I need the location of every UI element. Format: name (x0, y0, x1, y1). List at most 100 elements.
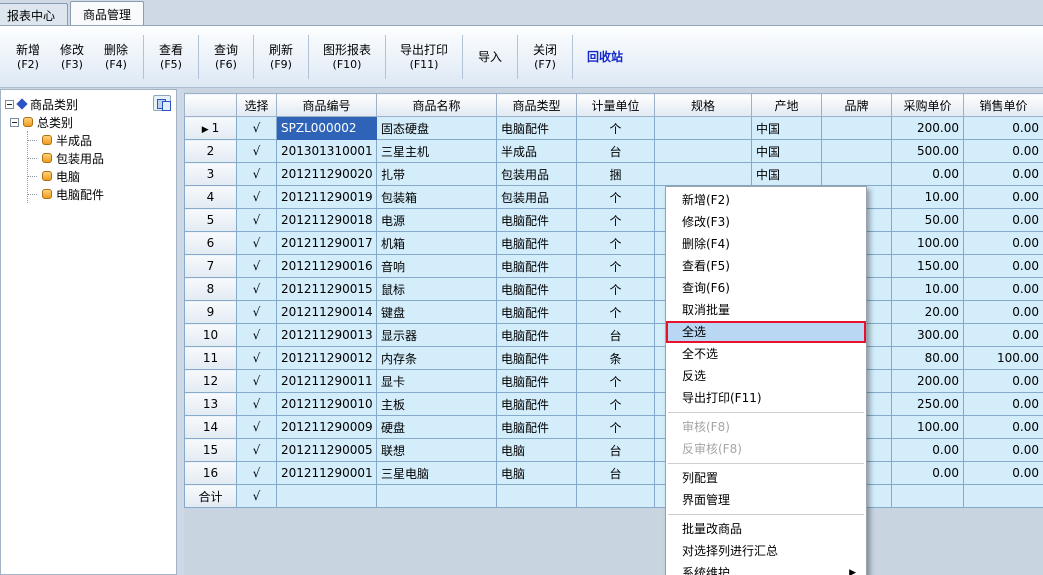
cell-sale-price[interactable]: 0.00 (964, 163, 1043, 186)
cell-unit[interactable]: 个 (577, 117, 655, 140)
cell-name[interactable]: 显示器 (377, 324, 497, 347)
row-number-cell[interactable]: ▶15 (185, 439, 237, 462)
cell-name[interactable]: 鼠标 (377, 278, 497, 301)
cell-sale-price[interactable]: 0.00 (964, 324, 1043, 347)
cell-name[interactable]: 电源 (377, 209, 497, 232)
menu-item-cancel-batch[interactable]: 取消批量 (666, 299, 866, 321)
cell-unit[interactable]: 个 (577, 393, 655, 416)
cell-unit[interactable]: 个 (577, 186, 655, 209)
cell-purchase-price[interactable]: 100.00 (892, 416, 964, 439)
cell-code[interactable]: 201211290001 (277, 462, 377, 485)
cell-type[interactable]: 电脑配件 (497, 347, 577, 370)
cell-purchase-price[interactable]: 0.00 (892, 439, 964, 462)
cell-sale-price[interactable]: 0.00 (964, 416, 1043, 439)
cell-name[interactable]: 联想 (377, 439, 497, 462)
toolbar-button-view[interactable]: 查看 (F5) (149, 30, 193, 84)
cell-name[interactable]: 机箱 (377, 232, 497, 255)
row-number-cell[interactable]: ▶10 (185, 324, 237, 347)
menu-item-summarize-selected-column[interactable]: 对选择列进行汇总 (666, 540, 866, 562)
tree-item-packaging[interactable]: 包装用品 (28, 149, 174, 167)
cell-origin[interactable]: 中国 (752, 163, 822, 186)
cell-code[interactable]: 201211290005 (277, 439, 377, 462)
cell-purchase-price[interactable]: 0.00 (892, 462, 964, 485)
cell-sale-price[interactable]: 0.00 (964, 209, 1043, 232)
cell-select[interactable]: √ (237, 163, 277, 186)
cell-type[interactable]: 半成品 (497, 140, 577, 163)
toolbar-button-chart-report[interactable]: 图形报表 (F10) (314, 30, 380, 84)
cell-select[interactable]: √ (237, 209, 277, 232)
cell-name[interactable]: 包装箱 (377, 186, 497, 209)
cell-name[interactable]: 主板 (377, 393, 497, 416)
cell-name[interactable]: 三星主机 (377, 140, 497, 163)
cell-code[interactable]: 201211290016 (277, 255, 377, 278)
cell-name[interactable]: 音响 (377, 255, 497, 278)
cell-brand[interactable] (822, 140, 892, 163)
cell-origin[interactable]: 中国 (752, 140, 822, 163)
tab-product-management[interactable]: 商品管理 (70, 1, 144, 25)
toolbar-button-import[interactable]: 导入 (468, 30, 512, 84)
cell-sale-price[interactable]: 0.00 (964, 462, 1043, 485)
menu-item-modify[interactable]: 修改(F3) (666, 211, 866, 233)
row-number-cell[interactable]: ▶4 (185, 186, 237, 209)
menu-item-column-config[interactable]: 列配置 (666, 467, 866, 489)
col-header-unit[interactable]: 计量单位 (577, 94, 655, 117)
toolbar-button-delete[interactable]: 删除 (F4) (94, 30, 138, 84)
cell-select[interactable]: √ (237, 393, 277, 416)
menu-item-select-all[interactable]: 全选 (666, 321, 866, 343)
cell-code[interactable]: 201211290010 (277, 393, 377, 416)
cell-unit[interactable]: 个 (577, 232, 655, 255)
toolbar-button-query[interactable]: 查询 (F6) (204, 30, 248, 84)
cell-sale-price[interactable]: 0.00 (964, 117, 1043, 140)
cell-type[interactable]: 包装用品 (497, 163, 577, 186)
cell-purchase-price[interactable]: 200.00 (892, 117, 964, 140)
cell-purchase-price[interactable]: 10.00 (892, 278, 964, 301)
menu-item-new[interactable]: 新增(F2) (666, 189, 866, 211)
cell-unit[interactable]: 台 (577, 324, 655, 347)
row-number-cell[interactable]: ▶13 (185, 393, 237, 416)
cell-name[interactable]: 键盘 (377, 301, 497, 324)
row-number-cell[interactable]: ▶6 (185, 232, 237, 255)
col-header-type[interactable]: 商品类型 (497, 94, 577, 117)
cell-code[interactable]: 201211290014 (277, 301, 377, 324)
row-number-cell[interactable]: ▶16 (185, 462, 237, 485)
cell-purchase-price[interactable]: 50.00 (892, 209, 964, 232)
row-number-cell[interactable]: ▶7 (185, 255, 237, 278)
cell-select[interactable]: √ (237, 347, 277, 370)
cell-select[interactable]: √ (237, 232, 277, 255)
cell-code[interactable]: 201211290012 (277, 347, 377, 370)
collapse-icon[interactable] (5, 100, 14, 109)
tree-item-computer-parts[interactable]: 电脑配件 (28, 185, 174, 203)
cell-code[interactable]: 201211290011 (277, 370, 377, 393)
cell-purchase-price[interactable]: 20.00 (892, 301, 964, 324)
cell-select[interactable]: √ (237, 324, 277, 347)
cell-sale-price[interactable]: 0.00 (964, 255, 1043, 278)
cell-type[interactable]: 电脑配件 (497, 324, 577, 347)
cell-purchase-price[interactable]: 150.00 (892, 255, 964, 278)
cell-spec[interactable] (655, 163, 752, 186)
toolbar-button-refresh[interactable]: 刷新 (F9) (259, 30, 303, 84)
collapse-icon[interactable] (10, 118, 19, 127)
cell-purchase-price[interactable]: 10.00 (892, 186, 964, 209)
cell-name[interactable]: 内存条 (377, 347, 497, 370)
cell-code[interactable]: 201211290009 (277, 416, 377, 439)
cell-purchase-price[interactable]: 80.00 (892, 347, 964, 370)
cell-select[interactable]: √ (237, 439, 277, 462)
cell-code[interactable]: 201211290018 (277, 209, 377, 232)
row-number-cell[interactable]: ▶1 (185, 117, 237, 140)
cell-unit[interactable]: 个 (577, 301, 655, 324)
cell-select[interactable]: √ (237, 301, 277, 324)
cell-type[interactable]: 电脑配件 (497, 370, 577, 393)
cell-select[interactable]: √ (237, 186, 277, 209)
cell-brand[interactable] (822, 163, 892, 186)
cell-sale-price[interactable]: 0.00 (964, 140, 1043, 163)
col-header-select[interactable]: 选择 (237, 94, 277, 117)
cell-select[interactable]: √ (237, 140, 277, 163)
cell-type[interactable]: 电脑配件 (497, 209, 577, 232)
cell-unit[interactable]: 台 (577, 462, 655, 485)
row-number-cell[interactable]: ▶11 (185, 347, 237, 370)
menu-item-delete[interactable]: 删除(F4) (666, 233, 866, 255)
col-header-origin[interactable]: 产地 (752, 94, 822, 117)
toolbar-button-modify[interactable]: 修改 (F3) (50, 30, 94, 84)
cell-unit[interactable]: 个 (577, 209, 655, 232)
cell-type[interactable]: 电脑配件 (497, 117, 577, 140)
